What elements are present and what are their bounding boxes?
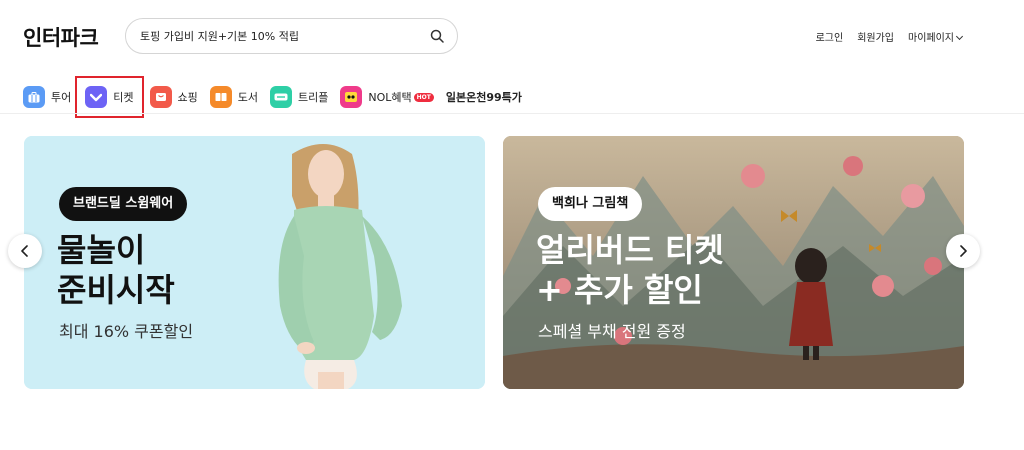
nav-divider <box>0 113 1024 114</box>
carousel-prev-button[interactable] <box>8 234 42 268</box>
nav-item-shopping[interactable]: 쇼핑 <box>149 85 198 109</box>
nav-label: 도서 <box>237 91 258 104</box>
chevron-down-icon <box>955 32 964 41</box>
headline-line: + 추가 할인 <box>536 271 703 309</box>
mypage-label: 마이페이지 <box>908 33 954 44</box>
banner-subtitle: 최대 16% 쿠폰할인 <box>59 322 194 341</box>
chevron-left-icon <box>21 245 28 257</box>
nav-item-ticket[interactable]: 티켓 <box>75 76 144 118</box>
headline-line: 물놀이 <box>57 231 146 269</box>
banner-subtitle: 스페셜 부채 전원 증정 <box>538 322 686 341</box>
headline-line: 얼리버드 티켓 <box>536 231 724 269</box>
search-bar[interactable] <box>125 18 458 54</box>
nav-item-triple[interactable]: 트리플 <box>270 85 328 109</box>
book-icon <box>209 86 232 108</box>
headline-line: 준비시작 <box>57 271 175 309</box>
banner-picturebook[interactable]: 백희나 그림책 얼리버드 티켓 + 추가 할인 스페셜 부채 전원 증정 <box>503 136 964 389</box>
signup-link[interactable]: 회원가입 <box>857 29 894 44</box>
banner-tag: 브랜드딜 스윔웨어 <box>59 187 188 221</box>
search-icon[interactable] <box>429 28 445 44</box>
carousel-next-button[interactable] <box>946 234 980 268</box>
nav-label: NOL혜택 <box>368 91 412 104</box>
nav-item-tour[interactable]: 투어 <box>23 85 71 109</box>
nav-label: 일본온천99특가 <box>445 91 522 104</box>
mypage-link[interactable]: 마이페이지 <box>908 29 964 44</box>
banner-swimwear[interactable]: 브랜드딜 스윔웨어 물놀이 준비시작 최대 16% 쿠폰할인 <box>24 136 485 389</box>
chevron-right-icon <box>960 245 967 257</box>
hot-badge: HOT <box>413 92 434 102</box>
nav-label: 트리플 <box>298 91 329 104</box>
search-input[interactable] <box>140 29 429 43</box>
header-links: 로그인 회원가입 마이페이지 <box>816 29 964 44</box>
nav-item-books[interactable]: 도서 <box>209 85 258 109</box>
site-logo[interactable]: 인터파크 <box>23 22 99 52</box>
nav-label: 쇼핑 <box>177 91 198 104</box>
banner-tag: 백희나 그림책 <box>538 187 643 221</box>
category-nav: 투어 티켓 쇼핑 도서 트리플 NOL혜택 HOT 일본온천99특가 <box>23 76 534 118</box>
nav-item-japan-onsen[interactable]: 일본온천99특가 <box>446 85 522 109</box>
login-link[interactable]: 로그인 <box>816 29 844 44</box>
nol-icon <box>340 86 363 108</box>
ticket-icon <box>85 86 108 108</box>
nav-item-nol[interactable]: NOL혜택 HOT <box>340 85 434 109</box>
nav-label: 투어 <box>51 91 72 104</box>
nav-label: 티켓 <box>113 91 134 104</box>
triple-icon <box>270 86 292 108</box>
suitcase-icon <box>23 86 45 108</box>
banner-headline: 물놀이 준비시작 <box>57 230 175 310</box>
banner-headline: 얼리버드 티켓 + 추가 할인 <box>536 230 724 310</box>
shopping-bag-icon <box>149 86 172 108</box>
